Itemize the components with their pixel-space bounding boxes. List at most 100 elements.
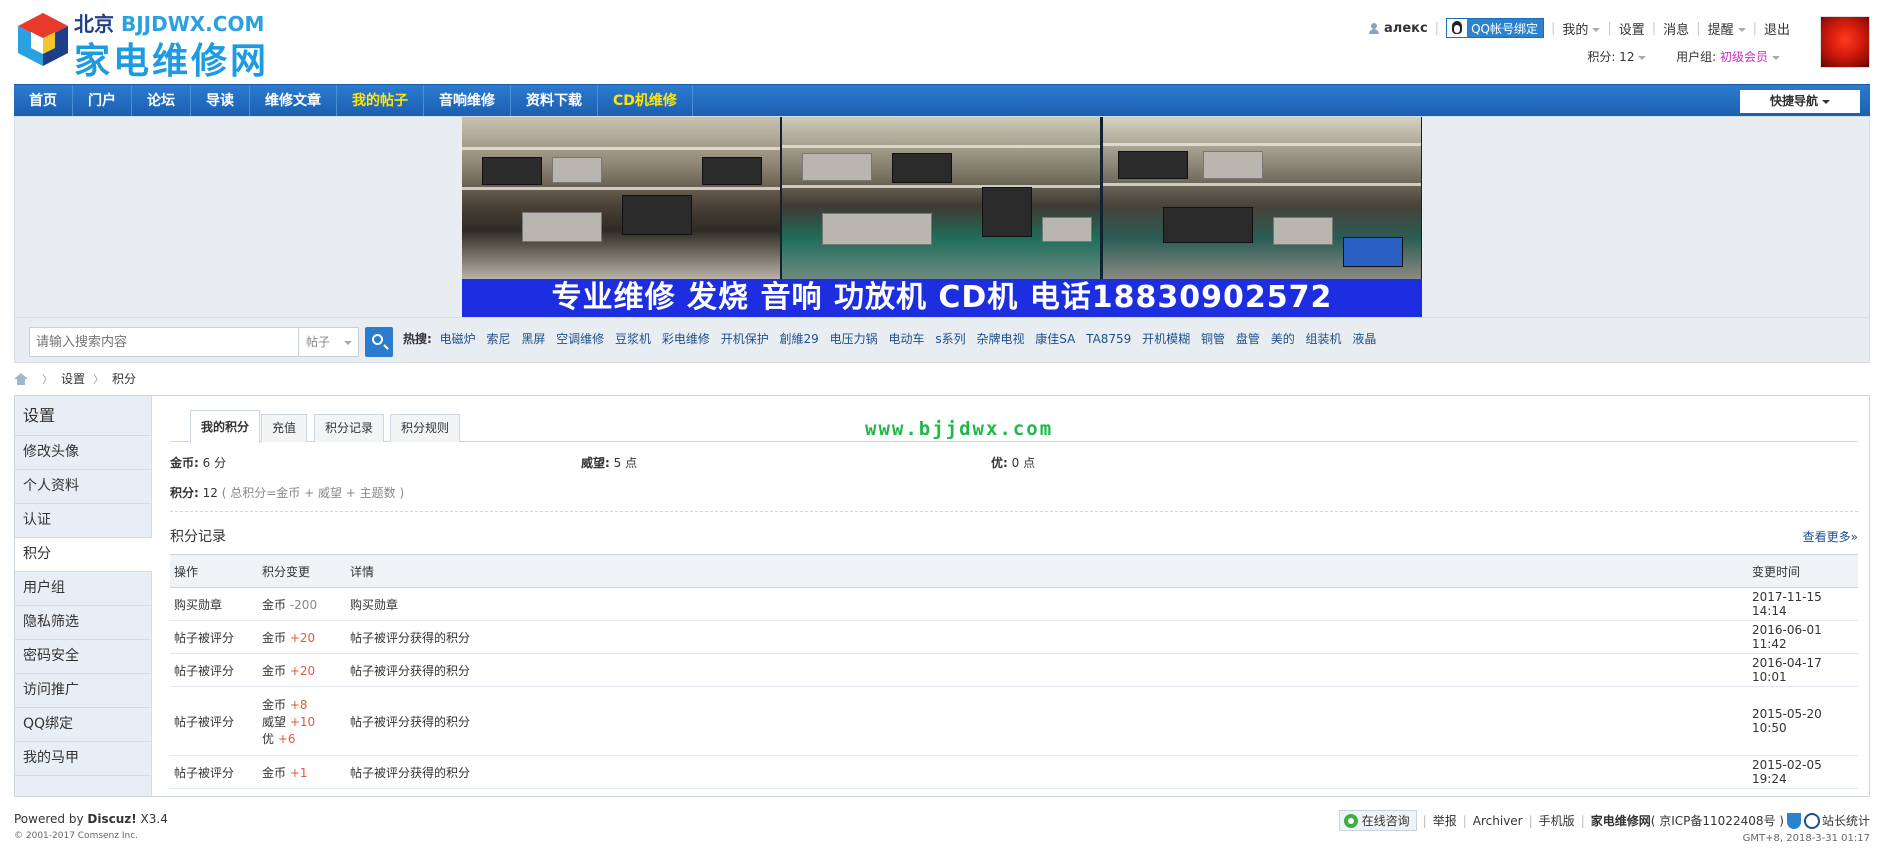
messages-link[interactable]: 消息 xyxy=(1663,19,1689,38)
table-row: 帖子被评分 金币 +20 帖子被评分获得的积分 2016-04-17 10:01 xyxy=(170,653,1858,687)
column-header: 积分变更 xyxy=(258,554,346,588)
view-more-link[interactable]: 查看更多» xyxy=(1803,528,1858,545)
hot-search-link[interactable]: 盘管 xyxy=(1236,332,1260,346)
divider: | xyxy=(1528,813,1533,828)
banner-photo xyxy=(782,117,1100,279)
mobile-link[interactable]: 手机版 xyxy=(1539,812,1575,829)
banner-photo xyxy=(1103,117,1421,279)
hot-search-link[interactable]: 组装机 xyxy=(1306,332,1342,346)
divider xyxy=(170,511,1858,512)
settings-sidebar: 设置 修改头像 个人资料 认证 积分 用户组 隐私筛选 密码安全 访问推广 QQ… xyxy=(15,396,152,796)
hot-search-link[interactable]: 豆浆机 xyxy=(615,332,651,346)
nav-item[interactable]: 论坛 xyxy=(132,84,191,117)
hot-search-link[interactable]: 开机保护 xyxy=(721,332,769,346)
divider: | xyxy=(1607,20,1612,36)
sidebar-item-qq[interactable]: QQ绑定 xyxy=(15,708,151,742)
search-button[interactable] xyxy=(365,327,393,357)
hot-search-link[interactable]: 液晶 xyxy=(1352,332,1376,346)
avatar[interactable] xyxy=(1820,16,1870,68)
tab-credit-log[interactable]: 积分记录 xyxy=(314,414,385,442)
credit-log-title: 积分记录 xyxy=(170,529,226,545)
hot-search-link[interactable]: 电动车 xyxy=(889,332,925,346)
nav-item[interactable]: 我的帖子 xyxy=(337,84,424,117)
sidebar-item-promotion[interactable]: 访问推广 xyxy=(15,674,151,708)
copyright: © 2001-2017 Comsenz Inc. xyxy=(14,831,139,841)
notifications-menu[interactable]: 提醒 xyxy=(1708,19,1746,38)
tab-credit-rules[interactable]: 积分规则 xyxy=(390,414,461,442)
settings-link[interactable]: 设置 xyxy=(1619,19,1645,38)
chevron-down-icon xyxy=(1638,55,1647,60)
icp-link[interactable]: ( 京ICP备11022408号 ) xyxy=(1651,812,1784,829)
column-header: 操作 xyxy=(170,554,258,588)
powered-by: Powered by Discuz! X3.4 xyxy=(14,812,168,826)
hot-search-link[interactable]: 空调维修 xyxy=(556,332,604,346)
cell-change: 金币 +1 xyxy=(258,755,346,789)
breadcrumb-item[interactable]: 设置 xyxy=(61,370,85,387)
table-row: 帖子被评分 金币 +8 威望 +10 优 +6 帖子被评分获得的积分 2015-… xyxy=(170,686,1858,756)
hot-search-link[interactable]: 索尼 xyxy=(486,332,510,346)
sidebar-item-credits[interactable]: 积分 xyxy=(15,538,152,572)
search-input[interactable] xyxy=(29,327,299,357)
hot-search-link[interactable]: 杂牌电视 xyxy=(976,332,1024,346)
cell-operation: 帖子被评分 xyxy=(170,686,258,756)
nav-item[interactable]: 维修文章 xyxy=(250,84,337,117)
hot-search-link[interactable]: 电压力锅 xyxy=(830,332,878,346)
sidebar-item-profile[interactable]: 个人资料 xyxy=(15,470,151,504)
site-logo[interactable]: 北京 BJJDWX.COM 家电维修网 xyxy=(14,6,274,82)
hot-search-link[interactable]: 創維29 xyxy=(780,332,819,346)
sidebar-item-privacy[interactable]: 隐私筛选 xyxy=(15,606,151,640)
hot-search-link[interactable]: s系列 xyxy=(935,332,965,346)
ad-banner[interactable]: 专业维修 发烧 音响 功放机 CD机 电话18830902572 xyxy=(462,117,1422,317)
sidebar-item-sockpuppet[interactable]: 我的马甲 xyxy=(15,742,151,776)
divider: | xyxy=(1462,813,1467,828)
site-header: 北京 BJJDWX.COM 家电维修网 алекс | QQ帐号绑定 | 我的 … xyxy=(14,0,1870,84)
site-name-link[interactable]: 家电维修网 xyxy=(1591,812,1651,829)
hot-search-link[interactable]: 康佳SA xyxy=(1035,332,1075,346)
search-type-select[interactable]: 帖子 xyxy=(299,327,359,357)
tab-recharge[interactable]: 充值 xyxy=(261,414,308,442)
qq-bind-button[interactable]: QQ帐号绑定 xyxy=(1446,18,1544,38)
sidebar-item-usergroup[interactable]: 用户组 xyxy=(15,572,151,606)
cell-detail: 帖子被评分获得的积分 xyxy=(346,755,1748,789)
sidebar-item-password[interactable]: 密码安全 xyxy=(15,640,151,674)
banner-photo xyxy=(462,117,780,279)
quick-nav-button[interactable]: 快捷导航 xyxy=(1740,90,1860,113)
nav-item[interactable]: 资料下载 xyxy=(511,84,598,117)
discuz-link[interactable]: Discuz! xyxy=(87,812,136,826)
username-link[interactable]: алекс xyxy=(1384,21,1428,36)
online-consult-button[interactable]: 在线咨询 xyxy=(1338,810,1417,831)
banner-text: 专业维修 发烧 音响 功放机 CD机 电话18830902572 xyxy=(462,279,1422,317)
settings-panel: 设置 修改头像 个人资料 认证 积分 用户组 隐私筛选 密码安全 访问推广 QQ… xyxy=(14,395,1870,797)
tab-my-credits[interactable]: 我的积分 xyxy=(190,410,261,443)
sidebar-item-verify[interactable]: 认证 xyxy=(15,504,151,538)
hot-search-link[interactable]: 开机模糊 xyxy=(1142,332,1190,346)
credits-menu[interactable]: 积分: 12 xyxy=(1587,50,1647,64)
nav-item[interactable]: CD机维修 xyxy=(598,84,693,117)
usergroup-menu[interactable]: 用户组: 初级会员 xyxy=(1676,50,1780,64)
chat-icon xyxy=(1343,813,1358,828)
logo-cube-icon xyxy=(18,13,68,66)
user-stats: 积分: 12 用户组: 初级会员 xyxy=(1587,48,1780,65)
hot-search-link[interactable]: 铜管 xyxy=(1201,332,1225,346)
stats-link[interactable]: 站长统计 xyxy=(1822,812,1870,829)
report-link[interactable]: 举报 xyxy=(1433,812,1457,829)
nav-item[interactable]: 音响维修 xyxy=(424,84,511,117)
nav-item[interactable]: 首页 xyxy=(14,84,73,117)
hot-search-link[interactable]: 美的 xyxy=(1271,332,1295,346)
hot-search-link[interactable]: 电磁炉 xyxy=(440,332,476,346)
home-icon[interactable] xyxy=(14,372,28,385)
sidebar-item-avatar[interactable]: 修改头像 xyxy=(15,436,151,470)
nav-item[interactable]: 门户 xyxy=(73,84,132,117)
logout-link[interactable]: 退出 xyxy=(1764,19,1790,38)
my-menu[interactable]: 我的 xyxy=(1562,19,1601,38)
cell-time: 2016-06-01 11:42 xyxy=(1748,620,1858,654)
column-header: 详情 xyxy=(346,554,1748,588)
hot-search-link[interactable]: TA8759 xyxy=(1086,332,1131,346)
table-row: 帖子被评分 金币 +1 帖子被评分获得的积分 2015-02-05 19:24 xyxy=(170,755,1858,789)
cell-operation: 帖子被评分 xyxy=(170,653,258,687)
nav-item[interactable]: 导读 xyxy=(191,84,250,117)
hot-search-link[interactable]: 黑屏 xyxy=(521,332,545,346)
server-time: GMT+8, 2018-3-31 01:17 xyxy=(1742,833,1870,844)
archiver-link[interactable]: Archiver xyxy=(1473,814,1523,828)
hot-search-link[interactable]: 彩电维修 xyxy=(662,332,710,346)
